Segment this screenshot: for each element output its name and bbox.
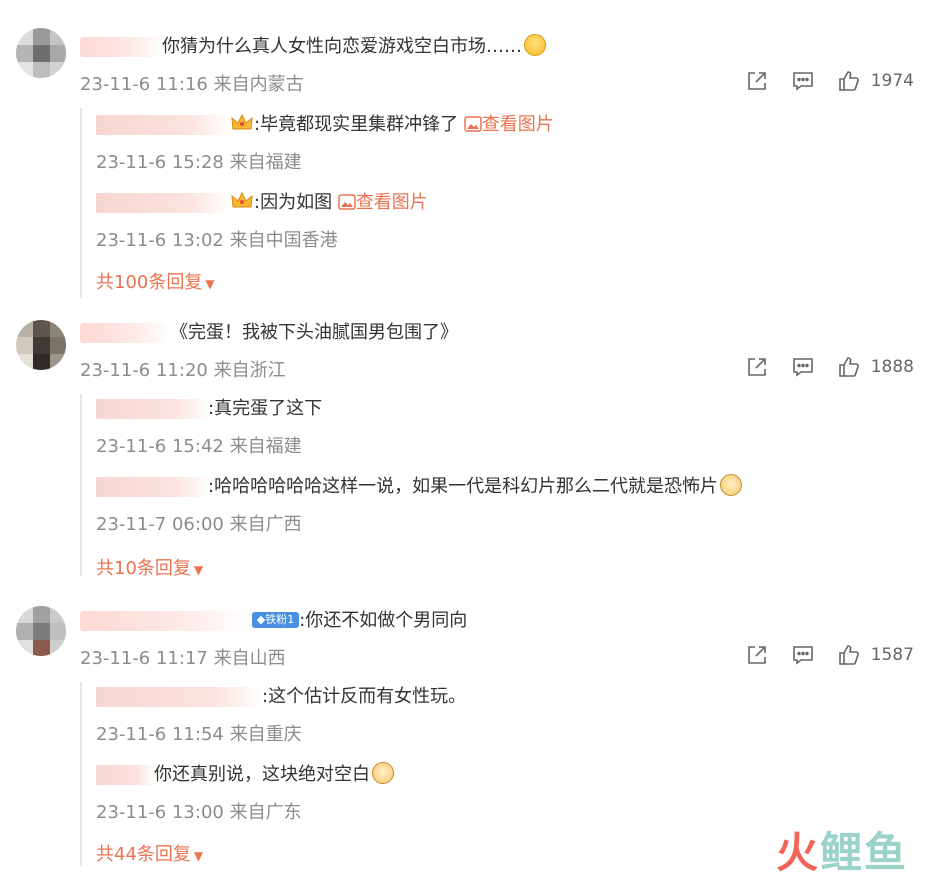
watermark-part-fish: 鲤鱼: [819, 828, 908, 877]
watermark-part-fire: 火: [775, 828, 820, 877]
comment-text: 《完蛋！我被下头油腻国男包围了》: [80, 320, 458, 346]
reply-text: :因为如图 查看图片: [96, 190, 428, 216]
diamond-icon: ◆: [256, 613, 266, 626]
reply-body: :哈哈哈哈哈哈这样一说，如果一代是科幻片那么二代就是恐怖片: [208, 476, 719, 497]
share-icon[interactable]: [745, 69, 769, 93]
comment-icon[interactable]: [791, 643, 815, 667]
reply-meta: 23-11-6 13:02 来自中国香港: [96, 230, 338, 251]
avatar[interactable]: [16, 320, 66, 370]
caret-down-icon: ▼: [193, 849, 204, 863]
reply-list: :真完蛋了这下 23-11-6 15:42 来自福建 :哈哈哈哈哈哈这样一说，如…: [80, 394, 902, 579]
laughing-emoji-icon: [524, 34, 546, 56]
comment-actions: 1888: [745, 354, 914, 380]
more-replies-link[interactable]: 共10条回复 ▼: [96, 554, 203, 580]
username-redacted[interactable]: [96, 765, 154, 785]
fan-badge[interactable]: ◆铁粉1: [251, 612, 300, 628]
comment-icon[interactable]: [791, 355, 815, 379]
reply-meta: 23-11-7 06:00 来自广西: [96, 514, 302, 535]
view-image-link[interactable]: 查看图片: [338, 192, 428, 213]
username-redacted[interactable]: [80, 611, 246, 631]
cat-emoji-icon: [720, 474, 743, 496]
comment-body: 你猜为什么真人女性向恋爱游戏空白市场……: [162, 36, 522, 57]
view-image-link[interactable]: 查看图片: [464, 114, 554, 135]
comment-body: 《完蛋！我被下头油腻国男包围了》: [170, 322, 458, 343]
image-icon: [338, 194, 356, 210]
username-redacted[interactable]: [96, 399, 208, 419]
image-icon: [464, 116, 482, 132]
username-redacted[interactable]: [96, 115, 230, 135]
reply-meta: 23-11-6 15:42 来自福建: [96, 436, 302, 457]
comment-text: ◆铁粉1:你还不如做个男同向: [80, 608, 467, 634]
reply-body: :这个估计反而有女性玩。: [262, 686, 467, 707]
reply-body: :毕竟都现实里集群冲锋了: [254, 114, 459, 135]
like-button[interactable]: 1974: [837, 69, 914, 93]
reply-body: :真完蛋了这下: [208, 398, 323, 419]
crown-icon: [231, 191, 253, 208]
reply-meta: 23-11-6 13:00 来自广东: [96, 802, 302, 823]
crown-icon: [231, 113, 253, 130]
reply-meta: 23-11-6 11:54 来自重庆: [96, 724, 302, 745]
username-redacted[interactable]: [96, 193, 230, 213]
thumbs-up-icon: [838, 71, 859, 91]
reply-text: :哈哈哈哈哈哈这样一说，如果一代是科幻片那么二代就是恐怖片: [96, 474, 743, 500]
cat-emoji-icon: [372, 762, 394, 784]
comment-body: :你还不如做个男同向: [299, 610, 468, 631]
like-count: 1888: [870, 357, 914, 377]
comment-actions: 1974: [745, 68, 914, 94]
watermark-logo: 火鲤鱼: [776, 819, 908, 880]
avatar[interactable]: [16, 28, 66, 78]
reply-meta: 23-11-6 15:28 来自福建: [96, 152, 302, 173]
view-image-label: 查看图片: [355, 192, 428, 213]
fan-badge-label: 铁粉1: [265, 613, 295, 626]
caret-down-icon: ▼: [205, 277, 215, 291]
caret-down-icon: ▼: [193, 563, 204, 577]
username-redacted[interactable]: [80, 37, 162, 57]
more-replies-label: 共10条回复: [96, 558, 191, 579]
more-replies-label: 共100条回复: [96, 272, 203, 293]
username-redacted[interactable]: [80, 323, 170, 343]
reply-text: 你还真别说，这块绝对空白: [96, 762, 394, 788]
like-button[interactable]: 1888: [837, 355, 914, 379]
comment-actions: 1587: [745, 642, 914, 668]
more-replies-link[interactable]: 共100条回复 ▼: [96, 268, 215, 294]
avatar[interactable]: [16, 606, 66, 656]
view-image-label: 查看图片: [481, 114, 554, 135]
comment-icon[interactable]: [791, 69, 815, 93]
thumbs-up-icon: [838, 357, 859, 377]
reply-body: :因为如图: [254, 192, 333, 213]
like-count: 1587: [870, 645, 914, 665]
comment-text: 你猜为什么真人女性向恋爱游戏空白市场……: [80, 34, 546, 60]
username-redacted[interactable]: [96, 687, 262, 707]
comment-meta: 23-11-6 11:17 来自山西: [80, 648, 286, 669]
like-button[interactable]: 1587: [837, 643, 914, 667]
share-icon[interactable]: [745, 355, 769, 379]
reply-text: :真完蛋了这下: [96, 396, 322, 422]
username-redacted[interactable]: [96, 477, 208, 497]
reply-text: :毕竟都现实里集群冲锋了 查看图片: [96, 112, 554, 138]
comment-item: 《完蛋！我被下头油腻国男包围了》 23-11-6 11:20 来自浙江 1888…: [0, 300, 930, 590]
reply-list: :毕竟都现实里集群冲锋了 查看图片 23-11-6 15:28 来自福建 :因为…: [80, 108, 902, 298]
like-count: 1974: [870, 71, 914, 91]
more-replies-link[interactable]: 共44条回复 ▼: [96, 840, 203, 866]
more-replies-label: 共44条回复: [96, 844, 191, 865]
comment-item: 你猜为什么真人女性向恋爱游戏空白市场…… 23-11-6 11:16 来自内蒙古…: [0, 0, 930, 300]
reply-body: 你还真别说，这块绝对空白: [154, 764, 370, 785]
reply-text: :这个估计反而有女性玩。: [96, 684, 466, 710]
share-icon[interactable]: [745, 643, 769, 667]
thumbs-up-icon: [838, 645, 859, 665]
comment-meta: 23-11-6 11:16 来自内蒙古: [80, 74, 304, 95]
comment-meta: 23-11-6 11:20 来自浙江: [80, 360, 286, 381]
